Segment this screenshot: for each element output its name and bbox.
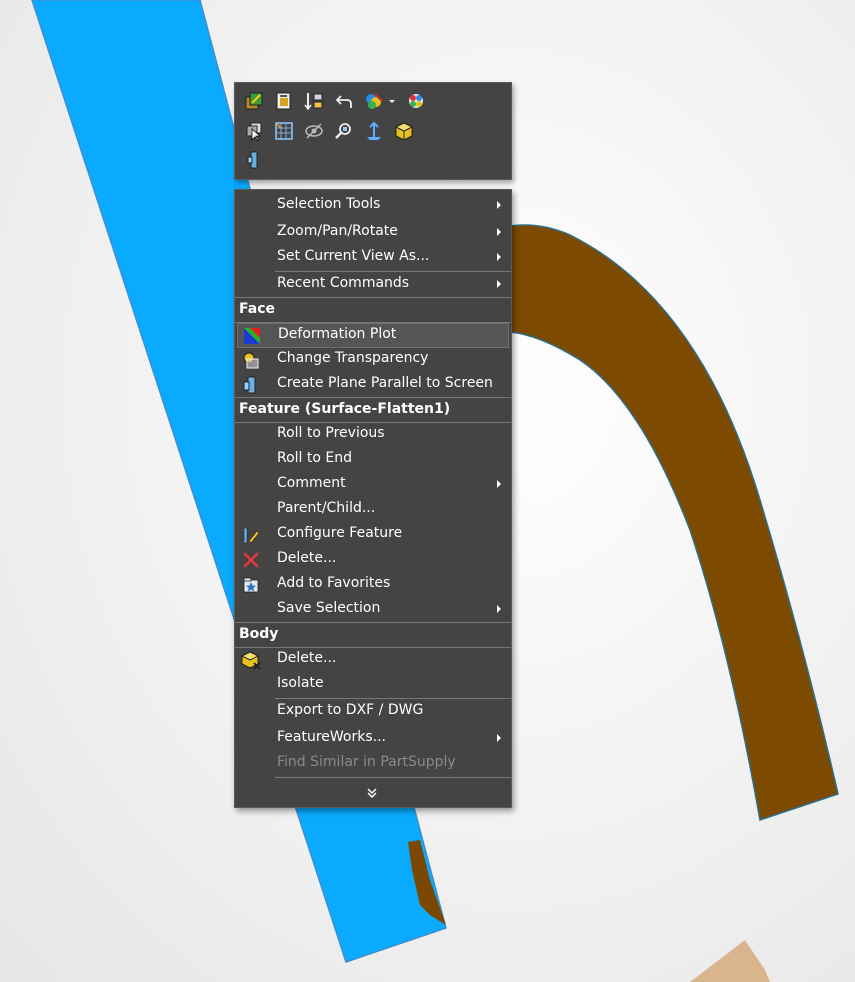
rollback-icon[interactable] [303, 90, 325, 112]
menu-item-label: Zoom/Pan/Rotate [277, 223, 398, 239]
edit-feature-icon[interactable] [273, 90, 295, 112]
isometric-view-icon[interactable] [393, 120, 415, 142]
menu-item-label: Export to DXF / DWG [277, 702, 424, 718]
double-chevron-down-icon [367, 788, 377, 798]
menu-item-export-dxf-dwg[interactable]: Export to DXF / DWG [235, 699, 511, 724]
menu-item-add-to-favorites[interactable]: Add to Favorites [235, 572, 511, 597]
menu-item-configure-feature[interactable]: Configure Feature [235, 522, 511, 547]
section-title: Feature (Surface-Flatten1) [239, 401, 451, 417]
undo-icon[interactable] [333, 90, 355, 112]
submenu-arrow-icon [497, 280, 501, 288]
brown-surface-body[interactable] [509, 224, 839, 821]
tan-surface-body[interactable] [690, 940, 770, 982]
submenu-arrow-icon [497, 253, 501, 261]
appearance-icon[interactable] [363, 90, 385, 112]
menu-item-featureworks[interactable]: FeatureWorks... [235, 726, 511, 751]
context-toolbar [234, 82, 512, 180]
menu-item-selection-tools[interactable]: Selection Tools [235, 193, 511, 218]
menu-item-label: Configure Feature [277, 525, 403, 541]
menu-item-delete-feature[interactable]: Delete... [235, 547, 511, 572]
submenu-arrow-icon [497, 605, 501, 613]
context-menu: Selection Tools Zoom/Pan/Rotate Set Curr… [234, 189, 512, 808]
menu-item-label: Recent Commands [277, 275, 410, 291]
submenu-arrow-icon [497, 201, 501, 209]
menu-item-zoom-pan-rotate[interactable]: Zoom/Pan/Rotate [235, 220, 511, 245]
menu-item-label: Add to Favorites [277, 575, 391, 591]
submenu-arrow-icon [497, 734, 501, 742]
menu-item-label: Roll to Previous [277, 425, 385, 441]
section-view-icon[interactable] [243, 149, 265, 171]
sketch-grid-icon[interactable] [273, 120, 295, 142]
menu-item-parent-child[interactable]: Parent/Child... [235, 497, 511, 522]
transparency-icon [241, 350, 261, 370]
edit-color-icon[interactable] [405, 90, 427, 112]
dropdown-arrow-icon[interactable] [387, 90, 397, 112]
delete-body-icon [241, 650, 261, 670]
section-title: Face [239, 301, 275, 317]
menu-item-label: Change Transparency [277, 350, 429, 366]
menu-item-comment[interactable]: Comment [235, 472, 511, 497]
menu-item-deformation-plot[interactable]: Deformation Plot [237, 323, 509, 348]
menu-item-isolate[interactable]: Isolate [235, 672, 511, 697]
submenu-arrow-icon [497, 480, 501, 488]
plane-parallel-icon [241, 375, 261, 395]
select-other-icon[interactable] [243, 120, 265, 142]
favorites-icon [241, 575, 261, 595]
edit-sketch-icon[interactable] [243, 90, 265, 112]
menu-item-find-similar-partsupply: Find Similar in PartSupply [235, 751, 511, 776]
menu-item-label: Roll to End [277, 450, 353, 466]
menu-item-roll-to-previous[interactable]: Roll to Previous [235, 422, 511, 447]
menu-item-label: Comment [277, 475, 346, 491]
delete-icon [241, 550, 261, 570]
section-header-face: Face [235, 298, 511, 322]
menu-item-label: Find Similar in PartSupply [277, 754, 456, 770]
section-header-body: Body [235, 623, 511, 647]
menu-item-change-transparency[interactable]: Change Transparency [235, 347, 511, 372]
menu-item-label: Delete... [277, 650, 337, 666]
section-header-feature: Feature (Surface-Flatten1) [235, 398, 511, 422]
menu-item-label: Parent/Child... [277, 500, 376, 516]
menu-item-label: Isolate [277, 675, 324, 691]
menu-item-create-plane-parallel[interactable]: Create Plane Parallel to Screen [235, 372, 511, 397]
menu-item-label: Save Selection [277, 600, 381, 616]
configure-feature-icon [241, 525, 261, 545]
menu-item-delete-body[interactable]: Delete... [235, 647, 511, 672]
menu-item-set-current-view[interactable]: Set Current View As... [235, 245, 511, 270]
section-title: Body [239, 626, 279, 642]
menu-item-label: Deformation Plot [278, 326, 397, 342]
menu-item-label: Create Plane Parallel to Screen [277, 375, 493, 391]
menu-item-recent-commands[interactable]: Recent Commands [235, 272, 511, 297]
menu-item-label: Selection Tools [277, 196, 381, 212]
hide-icon[interactable] [303, 120, 325, 142]
menu-item-label: Delete... [277, 550, 337, 566]
menu-item-label: Set Current View As... [277, 248, 430, 264]
menu-item-save-selection[interactable]: Save Selection [235, 597, 511, 622]
menu-separator [275, 777, 511, 778]
menu-item-label: FeatureWorks... [277, 729, 386, 745]
normal-to-icon[interactable] [363, 120, 385, 142]
menu-item-roll-to-end[interactable]: Roll to End [235, 447, 511, 472]
expand-menu-button[interactable] [235, 782, 511, 806]
zoom-to-selection-icon[interactable] [333, 120, 355, 142]
deformation-plot-icon [242, 326, 262, 346]
submenu-arrow-icon [497, 228, 501, 236]
